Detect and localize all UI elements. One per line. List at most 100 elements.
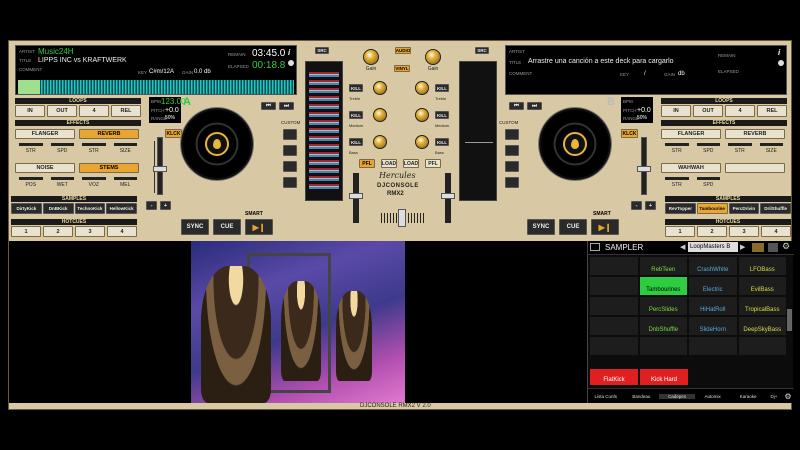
gear-icon[interactable]: ⚙ xyxy=(782,241,790,252)
next-track-icon[interactable]: ⏭ xyxy=(527,102,542,110)
wahwah-button-b[interactable]: WAHWAH xyxy=(661,163,721,173)
sampler-pad-kickhard[interactable]: Kick Hard xyxy=(640,369,688,385)
sampler-pad-empty[interactable] xyxy=(639,337,687,355)
medium-knob-a[interactable] xyxy=(373,108,387,122)
loop-rel-button[interactable]: REL xyxy=(757,105,787,117)
sample-button[interactable]: RevTopper xyxy=(665,203,696,214)
pfl-button-b[interactable]: PFL xyxy=(425,159,441,168)
kill-treble-a[interactable]: KILL xyxy=(349,84,363,92)
sampler-pad-empty[interactable] xyxy=(689,337,737,355)
sampler-pad[interactable]: SlideHorn xyxy=(689,317,737,335)
treble-knob-b[interactable] xyxy=(415,81,429,95)
pitch-plus-button-b[interactable]: + xyxy=(645,201,656,210)
reverb-button-a[interactable]: REVERB xyxy=(79,129,139,139)
flanger-button-a[interactable]: FLANGER xyxy=(15,129,75,139)
flanger-button-b[interactable]: FLANGER xyxy=(661,129,721,139)
pitch-minus-button-b[interactable]: - xyxy=(631,201,642,210)
loop-rel-button[interactable]: REL xyxy=(111,105,141,117)
sampler-pad[interactable]: PercSlides xyxy=(639,297,687,315)
load-button-a[interactable]: LOAD xyxy=(381,159,397,168)
sampler-pad[interactable]: RebTeen xyxy=(639,257,687,275)
sampler-pad[interactable]: CrashWhite xyxy=(689,257,737,275)
custom-button-4[interactable] xyxy=(505,177,519,188)
kill-medium-b[interactable]: KILL xyxy=(435,111,449,119)
hotcue-button[interactable]: 2 xyxy=(697,226,727,237)
hotcue-button[interactable]: 3 xyxy=(75,226,105,237)
crossfader[interactable] xyxy=(381,209,425,227)
tab-cadepes[interactable]: Cadepes xyxy=(659,393,695,399)
list-icon[interactable] xyxy=(768,243,778,252)
effect-slot-empty-b[interactable] xyxy=(725,163,785,173)
sample-button[interactable]: TechnoKick xyxy=(74,203,106,214)
hotcue-button[interactable]: 4 xyxy=(761,226,791,237)
hotcue-button[interactable]: 4 xyxy=(107,226,137,237)
sampler-pad[interactable] xyxy=(590,297,638,315)
pfl-button-a[interactable]: PFL xyxy=(359,159,375,168)
src-button-b[interactable]: SRC xyxy=(475,47,489,54)
hotcue-button[interactable]: 1 xyxy=(11,226,41,237)
sampler-pad[interactable]: TropicalBass xyxy=(738,297,786,315)
bank-prev-icon[interactable]: ◀ xyxy=(680,243,685,251)
kill-treble-b[interactable]: KILL xyxy=(435,84,449,92)
klck-button-b[interactable]: KLCK xyxy=(621,129,638,138)
audio-button[interactable]: AUDIO xyxy=(395,47,411,54)
tab-dj-plus[interactable]: Dj+ xyxy=(766,394,782,399)
sampler-pad[interactable]: LFOBass xyxy=(738,257,786,275)
play-pause-button-a[interactable]: ▶❙ xyxy=(245,219,273,235)
custom-button-2[interactable] xyxy=(283,145,297,156)
hotcue-button[interactable]: 3 xyxy=(729,226,759,237)
tab-karaoke[interactable]: Karaoke xyxy=(730,394,766,399)
loop-size-button[interactable]: 4 xyxy=(725,105,755,117)
loop-out-button[interactable]: OUT xyxy=(693,105,723,117)
kill-medium-a[interactable]: KILL xyxy=(349,111,363,119)
fader-handle[interactable] xyxy=(349,193,363,199)
cue-button-a[interactable]: CUE xyxy=(213,219,241,235)
custom-button-1[interactable] xyxy=(505,129,519,140)
sample-button[interactable]: DirtyKick xyxy=(11,203,42,214)
sample-button[interactable]: Tambourine xyxy=(696,203,728,214)
volume-fader-b[interactable] xyxy=(441,173,455,223)
src-button-a[interactable]: SRC xyxy=(315,47,329,54)
deck-a-waveform[interactable] xyxy=(18,80,294,94)
sampler-pad[interactable] xyxy=(590,277,638,295)
sampler-scrollbar[interactable] xyxy=(787,309,792,331)
settings-gear-icon[interactable]: ⚙ xyxy=(782,392,794,401)
bank-select[interactable]: LoopMasters B xyxy=(688,242,738,252)
hotcue-button[interactable]: 2 xyxy=(43,226,73,237)
loop-in-button[interactable]: IN xyxy=(15,105,45,117)
reverb-button-b[interactable]: REVERB xyxy=(725,129,785,139)
folder-icon[interactable] xyxy=(752,243,764,252)
sampler-pad[interactable] xyxy=(590,317,638,335)
treble-knob-a[interactable] xyxy=(373,81,387,95)
sampler-pad[interactable]: HiHatRoll xyxy=(689,297,737,315)
sample-button[interactable]: PercDrivin xyxy=(728,203,760,214)
noise-button-a[interactable]: NOISE xyxy=(15,163,75,173)
sampler-pad-active[interactable]: Tambourines xyxy=(639,277,687,295)
kill-bass-b[interactable]: KILL xyxy=(435,138,449,146)
sampler-pad-flatkick[interactable]: FlatKick xyxy=(590,369,638,385)
stems-button-a[interactable]: STEMS xyxy=(79,163,139,173)
load-button-b[interactable]: LOAD xyxy=(403,159,419,168)
pitch-plus-button-a[interactable]: + xyxy=(160,201,171,210)
info-icon[interactable]: i xyxy=(288,48,290,57)
volume-fader-a[interactable] xyxy=(349,173,363,223)
pitch-minus-button-a[interactable]: - xyxy=(146,201,157,210)
jog-wheel-b[interactable] xyxy=(539,108,611,180)
cue-button-b[interactable]: CUE xyxy=(559,219,587,235)
loop-size-button[interactable]: 4 xyxy=(79,105,109,117)
pitch-fader-handle[interactable] xyxy=(153,166,167,172)
prev-track-icon[interactable]: ⏮ xyxy=(509,102,524,110)
prev-track-icon[interactable]: ⏮ xyxy=(261,102,276,110)
fader-handle[interactable] xyxy=(441,193,455,199)
pitch-slider-a[interactable] xyxy=(153,137,167,195)
custom-button-1[interactable] xyxy=(283,129,297,140)
custom-button-2[interactable] xyxy=(505,145,519,156)
sample-button[interactable]: DrilShuffle xyxy=(760,203,791,214)
custom-button-4[interactable] xyxy=(283,177,297,188)
custom-button-3[interactable] xyxy=(505,161,519,172)
vinyl-button[interactable]: VINYL xyxy=(394,65,410,72)
next-track-icon[interactable]: ⏭ xyxy=(279,102,294,110)
kill-bass-a[interactable]: KILL xyxy=(349,138,363,146)
info-icon[interactable]: i xyxy=(778,48,780,57)
gain-knob-a[interactable] xyxy=(363,49,379,65)
